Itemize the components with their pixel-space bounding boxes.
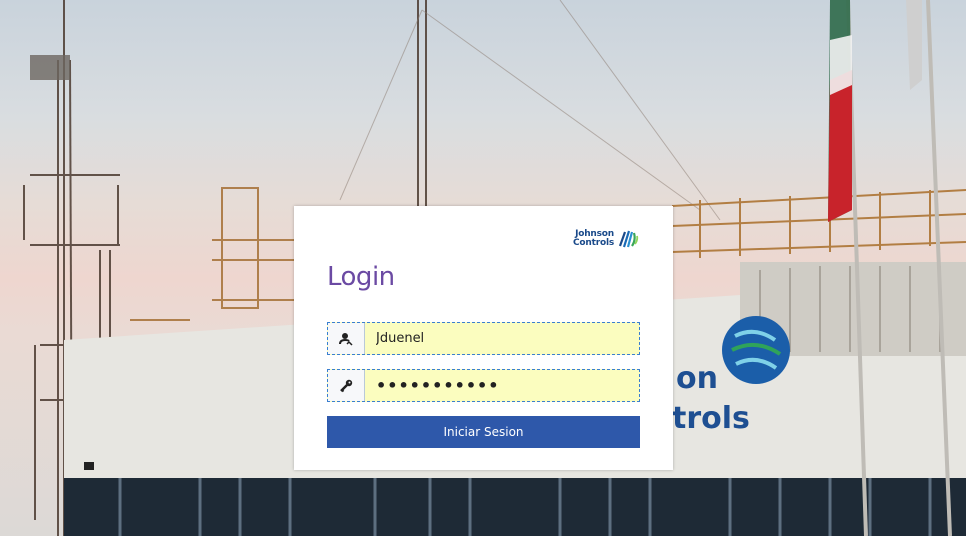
building-logo-icon: [722, 316, 790, 384]
brand-name: Johnson Controls: [573, 230, 614, 248]
username-icon-box: [328, 323, 365, 354]
username-input[interactable]: [365, 324, 639, 353]
username-field[interactable]: [327, 322, 640, 355]
password-field[interactable]: [327, 369, 640, 402]
login-card: Johnson Controls Login Jduenel •••••••••…: [294, 206, 673, 470]
building-sign-text-2: trols: [672, 401, 750, 436]
building-sign-text-1: on: [676, 361, 718, 396]
user-icon: [339, 332, 353, 346]
brand-name-line2: Controls: [573, 238, 614, 248]
login-submit-button[interactable]: Iniciar Sesion: [327, 416, 640, 448]
password-input[interactable]: [365, 371, 639, 400]
login-title: Login: [327, 262, 395, 292]
password-icon-box: [328, 370, 365, 401]
key-icon: [340, 379, 353, 392]
brand-logo: Johnson Controls: [573, 228, 639, 250]
johnson-controls-logo-icon: [618, 230, 639, 248]
